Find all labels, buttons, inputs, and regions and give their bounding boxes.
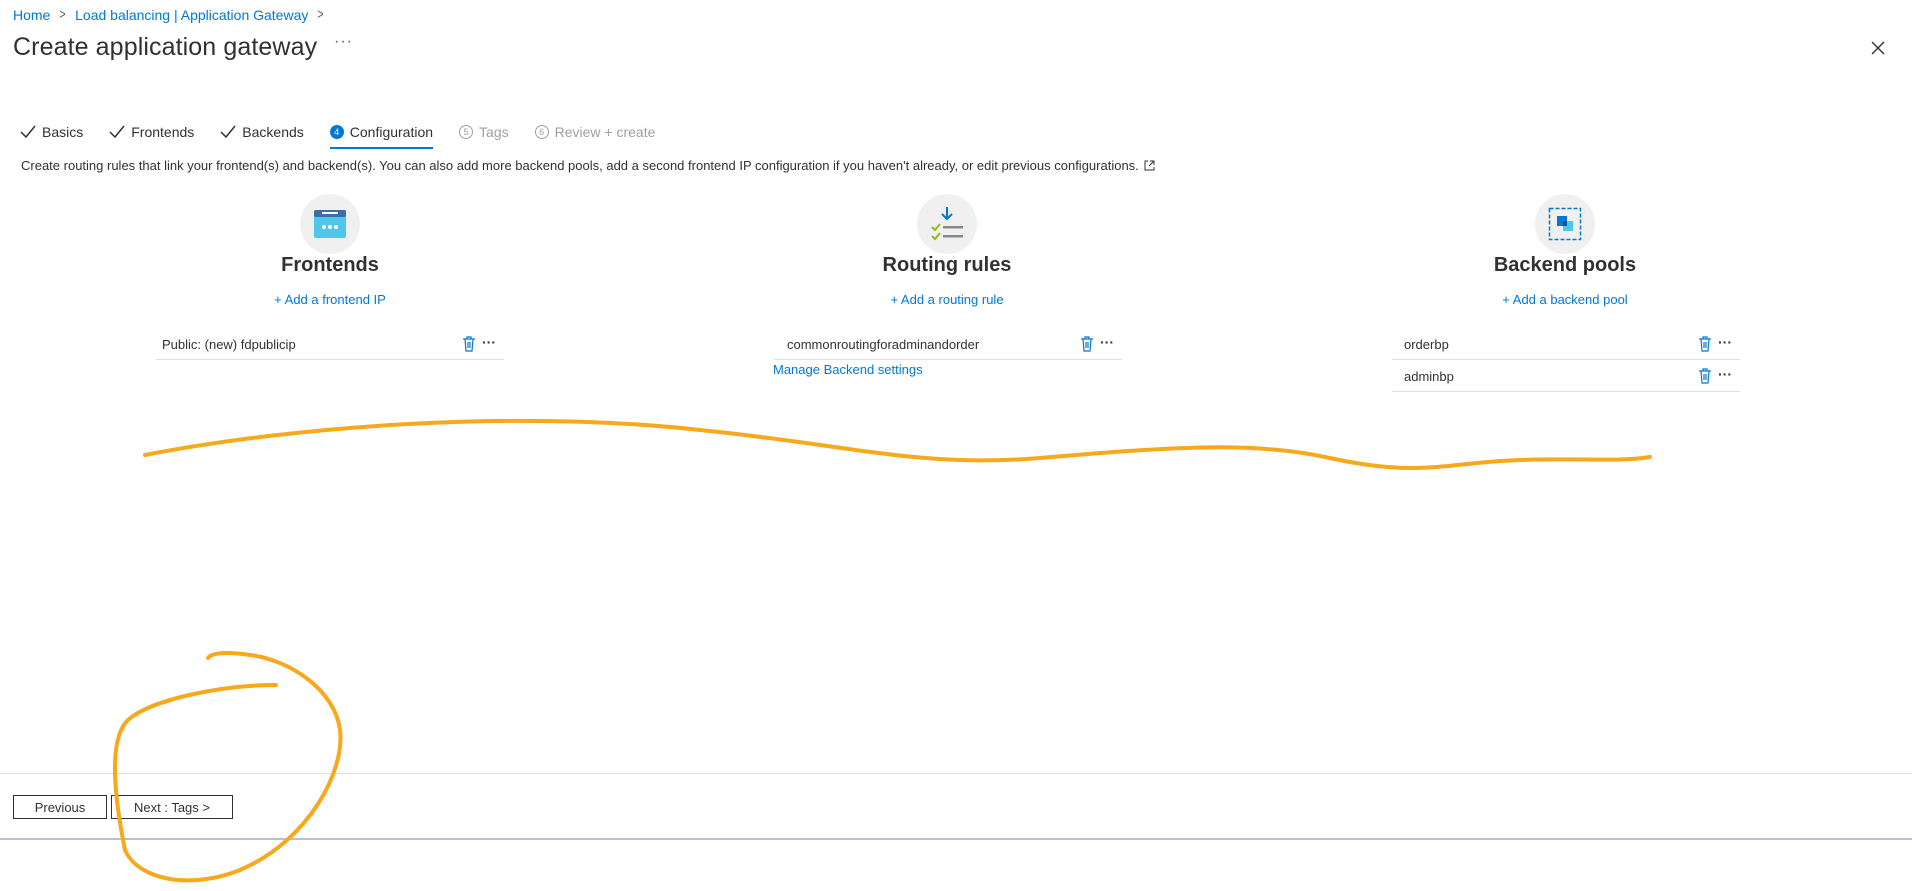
frontend-list-item: Public: (new) fdpublicip ···	[156, 329, 504, 360]
routing-rule-list-item: commonroutingforadminandorder ···	[774, 329, 1122, 360]
trash-icon[interactable]	[1698, 336, 1712, 352]
routing-rule-label: commonroutingforadminandorder	[787, 336, 980, 352]
add-backend-pool-link[interactable]: + Add a backend pool	[1415, 292, 1715, 307]
tab-review-create[interactable]: 6 Review + create	[534, 118, 656, 146]
tab-label: Basics	[42, 124, 84, 140]
wizard-tabs: Basics Frontends Backends 4 Configuratio…	[20, 118, 681, 149]
backend-pool-label: orderbp	[1404, 336, 1449, 352]
trash-icon[interactable]	[1698, 368, 1712, 384]
checkmark-icon	[220, 125, 236, 139]
tab-basics[interactable]: Basics	[20, 118, 83, 146]
backend-pool-icon	[1535, 194, 1595, 254]
configuration-description: Create routing rules that link your fron…	[21, 158, 1155, 173]
tab-tags[interactable]: 5 Tags	[459, 118, 509, 146]
breadcrumb: Home > Load balancing | Application Gate…	[13, 6, 325, 23]
description-text: Create routing rules that link your fron…	[21, 158, 1139, 173]
tab-label: Review + create	[554, 124, 656, 140]
tab-label: Tags	[479, 124, 509, 140]
external-link-icon[interactable]	[1144, 160, 1155, 171]
tab-label: Frontends	[131, 124, 195, 140]
footer-divider	[0, 773, 1912, 774]
add-routing-rule-link[interactable]: + Add a routing rule	[797, 292, 1097, 307]
breadcrumb-home-link[interactable]: Home	[13, 7, 50, 23]
backend-pool-list-item: orderbp ···	[1392, 329, 1740, 360]
tab-backends[interactable]: Backends	[220, 118, 304, 146]
more-options-icon[interactable]: ···	[1718, 367, 1736, 384]
page-title: Create application gateway	[13, 33, 318, 61]
add-frontend-ip-link[interactable]: + Add a frontend IP	[180, 292, 480, 307]
tab-label: Configuration	[349, 124, 434, 140]
tab-configuration[interactable]: 4 Configuration	[329, 118, 434, 149]
close-icon[interactable]	[1868, 38, 1888, 58]
bottom-border	[0, 838, 1912, 840]
frontend-window-icon	[300, 194, 360, 254]
breadcrumb-load-balancing-link[interactable]: Load balancing | Application Gateway	[75, 7, 308, 23]
step-number-badge: 6	[534, 125, 549, 139]
backend-pools-heading: Backend pools	[1493, 254, 1637, 276]
trash-icon[interactable]	[462, 336, 476, 352]
tab-frontends[interactable]: Frontends	[109, 118, 194, 146]
next-tags-button[interactable]: Next : Tags >	[111, 795, 233, 819]
routing-rules-heading: Routing rules	[882, 254, 1012, 276]
more-options-icon[interactable]: ···	[1100, 335, 1118, 352]
more-options-icon[interactable]: ···	[1718, 335, 1736, 352]
backend-pool-label: adminbp	[1404, 368, 1454, 384]
chevron-right-icon: >	[317, 6, 324, 23]
more-options-icon[interactable]: ···	[482, 335, 500, 352]
manage-backend-settings-link[interactable]: Manage Backend settings	[773, 362, 923, 377]
backend-pool-list-item: adminbp ···	[1392, 361, 1740, 392]
step-number-badge: 4	[329, 125, 344, 139]
chevron-right-icon: >	[59, 6, 66, 23]
frontend-item-label: Public: (new) fdpublicip	[162, 336, 296, 352]
frontends-heading: Frontends	[281, 254, 379, 276]
previous-button[interactable]: Previous	[13, 795, 107, 819]
more-options-icon[interactable]: ···	[334, 33, 353, 51]
annotation-wavy-line	[143, 418, 1652, 470]
step-number-badge: 5	[459, 125, 474, 139]
tab-label: Backends	[242, 124, 304, 140]
routing-rules-icon	[917, 194, 977, 254]
trash-icon[interactable]	[1080, 336, 1094, 352]
checkmark-icon	[20, 125, 36, 139]
checkmark-icon	[109, 125, 125, 139]
annotation-circle	[112, 651, 343, 883]
